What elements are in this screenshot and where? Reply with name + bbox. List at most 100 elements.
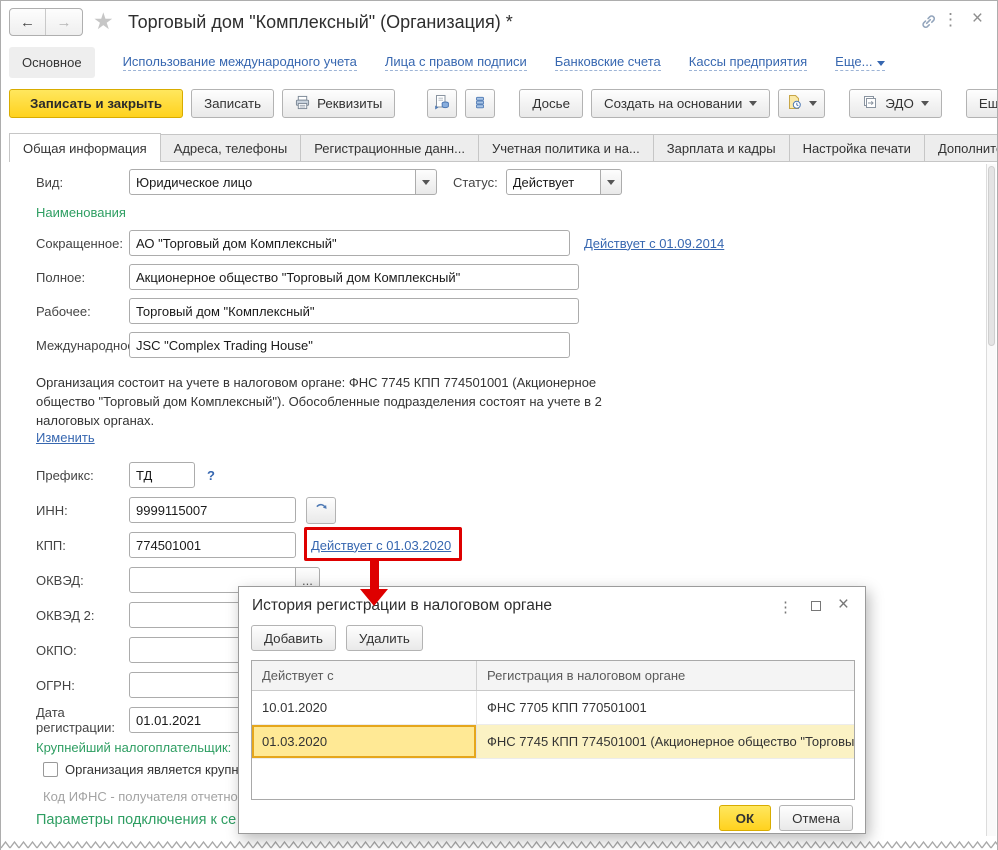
save-and-close-button[interactable]: Записать и закрыть <box>9 89 183 118</box>
create-based-on-button[interactable]: Создать на основании <box>591 89 770 118</box>
ifns-code-label: Код ИФНС - получателя отчетно <box>43 789 238 804</box>
window-menu-icon[interactable]: ⋮ <box>942 11 959 28</box>
okved-label: ОКВЭД: <box>36 573 129 588</box>
torn-edge-decoration <box>1 839 998 850</box>
full-name-input[interactable] <box>129 264 579 290</box>
status-label: Статус: <box>453 175 498 190</box>
kpp-label: КПП: <box>36 538 129 553</box>
cell-registration[interactable]: ФНС 7745 КПП 774501001 (Акционерное обще… <box>477 725 854 758</box>
prefix-input[interactable] <box>129 462 195 488</box>
kpp-history-link[interactable]: Действует с 01.03.2020 <box>311 538 451 553</box>
table-row-selected[interactable]: 01.03.2020 ФНС 7745 КПП 774501001 (Акцио… <box>252 725 854 759</box>
inn-label: ИНН: <box>36 503 129 518</box>
vid-combo[interactable] <box>129 169 416 195</box>
more-label: Еще <box>979 96 998 111</box>
more-button[interactable]: Еще <box>966 89 998 118</box>
dossier-button[interactable]: Досье <box>519 89 583 118</box>
edo-button[interactable]: ЭДО <box>849 89 942 118</box>
largest-taxpayer-checkbox[interactable] <box>43 762 58 777</box>
fill-by-inn-button[interactable] <box>306 497 336 524</box>
change-link[interactable]: Изменить <box>36 430 95 445</box>
history-dialog: История регистрации в налоговом органе ⋮… <box>238 586 866 834</box>
largest-taxpayer-checkbox-label: Организация является крупн <box>65 762 239 777</box>
vertical-scrollbar[interactable] <box>986 164 996 836</box>
tab-general-info[interactable]: Общая информация <box>9 133 161 162</box>
status-dropdown-button[interactable] <box>600 169 622 195</box>
curved-arrow-icon <box>314 501 329 519</box>
dialog-menu-icon[interactable]: ⋮ <box>778 598 793 616</box>
tab-accounting-policy[interactable]: Учетная политика и на... <box>479 134 654 162</box>
requisites-button[interactable]: Реквизиты <box>282 89 395 118</box>
dialog-close-icon[interactable]: × <box>838 594 849 616</box>
status-combo[interactable] <box>506 169 601 195</box>
add-button[interactable]: Добавить <box>251 625 336 651</box>
tab-additional[interactable]: Дополнительно <box>925 134 998 162</box>
cell-date[interactable]: 10.01.2020 <box>252 691 477 724</box>
okved2-label: ОКВЭД 2: <box>36 608 129 623</box>
chevron-down-icon <box>749 101 757 106</box>
vid-label: Вид: <box>36 175 129 190</box>
edo-label: ЭДО <box>885 96 914 111</box>
scheduled-docs-button[interactable] <box>778 89 825 118</box>
nav-link-international-accounting[interactable]: Использование международного учета <box>123 54 357 71</box>
dialog-title: История регистрации в налоговом органе <box>252 597 552 615</box>
tab-addresses[interactable]: Адреса, телефоны <box>161 134 302 162</box>
edo-icon <box>862 94 878 113</box>
tab-registration-data[interactable]: Регистрационные данн... <box>301 134 479 162</box>
cell-date[interactable]: 01.03.2020 <box>252 725 477 758</box>
prefix-help-icon[interactable]: ? <box>207 468 215 483</box>
dialog-toolbar: Добавить Удалить <box>251 625 423 651</box>
tab-print-settings[interactable]: Настройка печати <box>790 134 925 162</box>
close-icon[interactable]: × <box>972 10 983 27</box>
printer-icon <box>295 95 310 113</box>
maximize-icon[interactable] <box>811 601 821 611</box>
registration-date-label: Дата регистрации: <box>36 705 129 735</box>
form-tabs: Общая информация Адреса, телефоны Регист… <box>9 133 998 162</box>
nav-link-signatories[interactable]: Лица с правом подписи <box>385 54 527 71</box>
scrollbar-thumb[interactable] <box>988 166 995 346</box>
nav-link-bank-accounts[interactable]: Банковские счета <box>555 54 661 71</box>
inn-input[interactable] <box>129 497 296 523</box>
largest-taxpayer-header: Крупнейший налогоплательщик: <box>36 740 231 755</box>
vid-dropdown-button[interactable] <box>415 169 437 195</box>
document-clock-icon <box>786 94 802 113</box>
chevron-down-icon <box>809 101 817 106</box>
delete-button[interactable]: Удалить <box>346 625 423 651</box>
nav-link-more[interactable]: Еще... <box>835 54 885 71</box>
cell-registration[interactable]: ФНС 7705 КПП 770501001 <box>477 691 854 724</box>
database-stack-icon <box>473 95 487 113</box>
tax-registration-info: Организация состоит на учете в налоговом… <box>36 373 648 430</box>
short-name-label: Сокращенное: <box>36 236 129 251</box>
cancel-button[interactable]: Отмена <box>779 805 853 831</box>
kpp-input[interactable] <box>129 532 296 558</box>
command-nav: Основное Использование международного уч… <box>9 47 885 78</box>
column-header-registration[interactable]: Регистрация в налоговом органе <box>477 661 854 690</box>
forward-button[interactable]: → <box>46 9 82 35</box>
organization-form-window: ← → ★ Торговый дом "Комплексный" (Органи… <box>0 0 998 850</box>
favorite-star-icon[interactable]: ★ <box>93 8 114 35</box>
save-button[interactable]: Записать <box>191 89 274 118</box>
chevron-down-icon <box>921 101 929 106</box>
back-button[interactable]: ← <box>10 9 46 35</box>
ok-button[interactable]: ОК <box>719 805 772 831</box>
tab-payroll-hr[interactable]: Зарплата и кадры <box>654 134 790 162</box>
column-header-date[interactable]: Действует с <box>252 661 477 690</box>
toolbar: Записать и закрыть Записать Реквизиты До… <box>9 89 998 118</box>
chevron-down-icon <box>877 61 885 66</box>
short-name-input[interactable] <box>129 230 570 256</box>
nav-item-main[interactable]: Основное <box>9 47 95 78</box>
load-from-db-button[interactable] <box>427 89 457 118</box>
table-row[interactable]: 10.01.2020 ФНС 7705 КПП 770501001 <box>252 691 854 725</box>
history-table: Действует с Регистрация в налоговом орга… <box>251 660 855 800</box>
requisites-label: Реквизиты <box>317 96 382 111</box>
nav-more-label: Еще... <box>835 54 872 69</box>
intl-name-input[interactable] <box>129 332 570 358</box>
short-name-history-link[interactable]: Действует с 01.09.2014 <box>584 236 724 251</box>
link-icon[interactable] <box>920 13 937 33</box>
nav-link-cash-desks[interactable]: Кассы предприятия <box>689 54 807 71</box>
database-list-button[interactable] <box>465 89 495 118</box>
connection-params-header: Параметры подключения к се <box>36 812 236 828</box>
history-nav-buttons: ← → <box>9 8 83 36</box>
working-name-input[interactable] <box>129 298 579 324</box>
chevron-down-icon <box>607 180 615 185</box>
